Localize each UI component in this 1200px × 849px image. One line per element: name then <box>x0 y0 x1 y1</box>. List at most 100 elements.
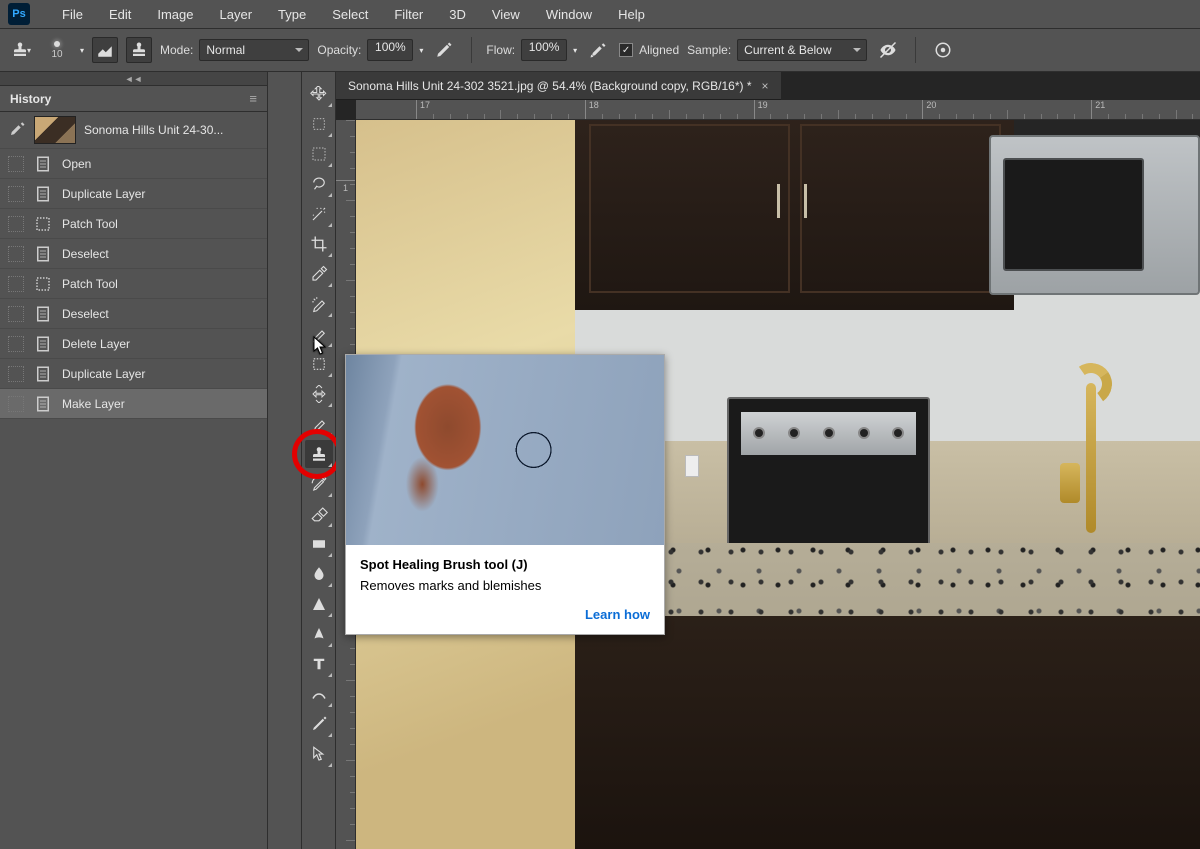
tool-tooltip: Spot Healing Brush tool (J) Removes mark… <box>345 354 665 635</box>
history-state[interactable]: Delete Layer <box>0 329 267 359</box>
aligned-checkbox-group[interactable]: ✓ Aligned <box>619 43 679 57</box>
current-tool-icon[interactable]: ▾ <box>8 37 34 63</box>
tooltip-description: Removes marks and blemishes <box>360 578 650 593</box>
ruler-horizontal[interactable]: 1718192021 <box>356 100 1200 120</box>
collapsed-panel-strip[interactable] <box>268 72 302 849</box>
tool-content-aware-move[interactable] <box>305 380 333 408</box>
tool-marquee[interactable] <box>305 140 333 168</box>
clone-source-panel-button[interactable] <box>126 37 152 63</box>
history-source-icon[interactable] <box>8 120 26 141</box>
tool-move[interactable] <box>305 80 333 108</box>
opacity-label: Opacity: <box>317 43 361 57</box>
history-source-toggle[interactable] <box>8 276 24 292</box>
history-state[interactable]: Open <box>0 149 267 179</box>
opacity-input[interactable]: 100% <box>367 39 413 61</box>
history-state[interactable]: Duplicate Layer <box>0 179 267 209</box>
flow-label: Flow: <box>486 43 515 57</box>
tool-history-brush[interactable] <box>305 470 333 498</box>
tool-pen[interactable] <box>305 710 333 738</box>
menu-3d[interactable]: 3D <box>437 3 478 26</box>
tool-type[interactable] <box>305 650 333 678</box>
menu-file[interactable]: File <box>50 3 95 26</box>
document-icon <box>32 335 54 353</box>
history-source-toggle[interactable] <box>8 306 24 322</box>
ignore-adjustment-button[interactable] <box>875 37 901 63</box>
menu-select[interactable]: Select <box>320 3 380 26</box>
tool-crop[interactable] <box>305 230 333 258</box>
tools-panel <box>302 72 336 849</box>
history-source-toggle[interactable] <box>8 366 24 382</box>
history-source-toggle[interactable] <box>8 156 24 172</box>
history-state[interactable]: Deselect <box>0 299 267 329</box>
menu-layer[interactable]: Layer <box>208 3 265 26</box>
path-select-icon <box>310 745 328 763</box>
mode-select[interactable]: Normal <box>199 39 309 61</box>
tool-clone-stamp[interactable] <box>305 440 333 468</box>
history-state[interactable]: Duplicate Layer <box>0 359 267 389</box>
tool-lasso[interactable] <box>305 170 333 198</box>
marquee-icon <box>310 145 328 163</box>
document-icon <box>32 365 54 383</box>
aligned-label: Aligned <box>639 43 679 57</box>
tool-path-select[interactable] <box>305 740 333 768</box>
tool-wand[interactable] <box>305 200 333 228</box>
ruler-tick: 1 <box>336 180 355 193</box>
patch-icon <box>32 275 54 293</box>
history-state[interactable]: Patch Tool <box>0 269 267 299</box>
menu-edit[interactable]: Edit <box>97 3 143 26</box>
history-source-toggle[interactable] <box>8 336 24 352</box>
history-snapshot[interactable]: Sonoma Hills Unit 24-30... <box>0 112 267 149</box>
tooltip-title: Spot Healing Brush tool (J) <box>360 557 650 572</box>
brush-icon <box>310 415 328 433</box>
tool-spot-heal[interactable] <box>305 290 333 318</box>
menu-window[interactable]: Window <box>534 3 604 26</box>
history-state-label: Deselect <box>62 307 109 321</box>
pressure-opacity-button[interactable] <box>431 37 457 63</box>
panel-collapse-handle[interactable]: ◄◄ <box>0 72 267 86</box>
eye-off-icon <box>879 41 897 59</box>
flow-input[interactable]: 100% <box>521 39 567 61</box>
history-source-toggle[interactable] <box>8 396 24 412</box>
document-icon <box>32 395 54 413</box>
document-title: Sonoma Hills Unit 24-302 3521.jpg @ 54.4… <box>348 79 752 93</box>
airbrush-button[interactable] <box>585 37 611 63</box>
toggle-brush-panel-button[interactable] <box>92 37 118 63</box>
tool-blur[interactable] <box>305 560 333 588</box>
history-source-toggle[interactable] <box>8 186 24 202</box>
tool-brush[interactable] <box>305 410 333 438</box>
tool-eraser[interactable] <box>305 500 333 528</box>
tooltip-learn-link[interactable]: Learn how <box>346 603 664 634</box>
history-source-toggle[interactable] <box>8 246 24 262</box>
menu-filter[interactable]: Filter <box>382 3 435 26</box>
document-tab[interactable]: Sonoma Hills Unit 24-302 3521.jpg @ 54.4… <box>336 72 781 100</box>
type-icon <box>310 655 328 673</box>
pressure-size-button[interactable] <box>930 37 956 63</box>
tool-pen-na[interactable] <box>305 620 333 648</box>
blur-icon <box>310 565 328 583</box>
history-state[interactable]: Make Layer <box>0 389 267 419</box>
tool-na2[interactable] <box>305 680 333 708</box>
panel-menu-icon[interactable]: ≡ <box>249 91 257 106</box>
snapshot-thumbnail <box>34 116 76 144</box>
history-state[interactable]: Patch Tool <box>0 209 267 239</box>
brush-panel-icon <box>96 41 114 59</box>
lasso-icon <box>310 175 328 193</box>
menu-image[interactable]: Image <box>145 3 205 26</box>
brush-preset-picker[interactable]: 10 <box>42 35 72 65</box>
ruler-tick: 20 <box>922 100 936 119</box>
tool-eyedropper[interactable] <box>305 260 333 288</box>
history-state[interactable]: Deselect <box>0 239 267 269</box>
close-document-button[interactable]: × <box>762 79 769 93</box>
history-tab[interactable]: History ≡ <box>0 86 267 112</box>
history-state-label: Make Layer <box>62 397 125 411</box>
menu-type[interactable]: Type <box>266 3 318 26</box>
history-source-toggle[interactable] <box>8 216 24 232</box>
menu-view[interactable]: View <box>480 3 532 26</box>
menu-help[interactable]: Help <box>606 3 657 26</box>
sample-select[interactable]: Current & Below <box>737 39 867 61</box>
tool-artboard[interactable] <box>305 110 333 138</box>
patch-icon <box>310 355 328 373</box>
tool-dodge[interactable] <box>305 590 333 618</box>
tool-gradient[interactable] <box>305 530 333 558</box>
aligned-checkbox[interactable]: ✓ <box>619 43 633 57</box>
